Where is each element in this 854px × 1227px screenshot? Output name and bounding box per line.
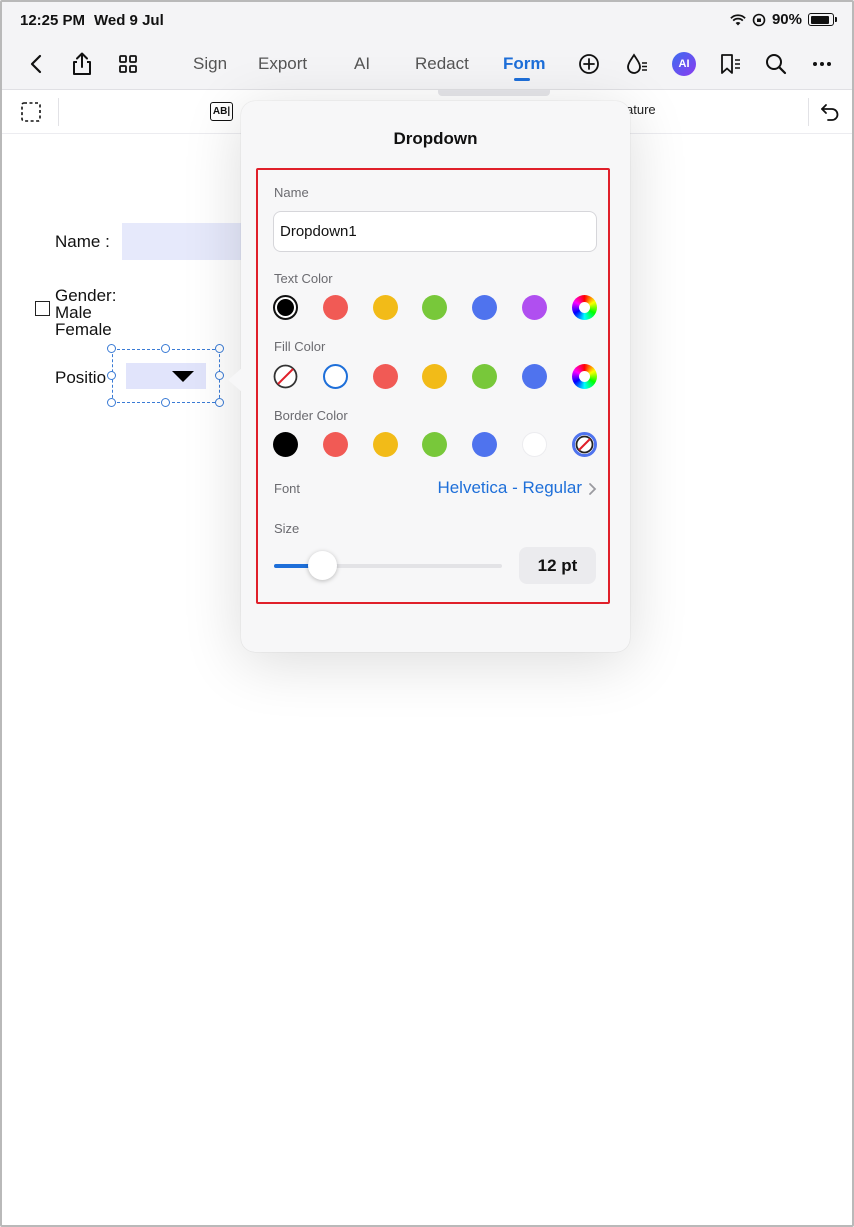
tab-sign[interactable]: Sign bbox=[193, 54, 227, 74]
battery-icon bbox=[808, 13, 837, 26]
status-time: 12:25 PM bbox=[20, 12, 86, 29]
water-drop-icon[interactable] bbox=[623, 50, 651, 78]
popover-arrow bbox=[228, 368, 242, 392]
popover-title: Dropdown bbox=[393, 129, 478, 148]
search-icon[interactable] bbox=[762, 50, 790, 78]
tab-ai[interactable]: AI bbox=[354, 54, 370, 74]
text-field-icon[interactable]: AB| bbox=[210, 102, 233, 121]
active-tab-indicator bbox=[514, 78, 530, 81]
back-icon[interactable] bbox=[22, 50, 50, 78]
status-date: Wed 9 Jul bbox=[94, 12, 164, 29]
share-icon[interactable] bbox=[68, 50, 96, 78]
position-label: Positio bbox=[55, 368, 107, 387]
subtoolbar-divider-right bbox=[808, 98, 809, 126]
tab-form[interactable]: Form bbox=[503, 54, 546, 74]
subtoolbar-divider bbox=[58, 98, 59, 126]
signature-tool-label[interactable]: ature bbox=[626, 102, 656, 117]
grid-icon[interactable] bbox=[114, 50, 142, 78]
selected-tool-indicator bbox=[438, 90, 550, 96]
female-label: Female bbox=[55, 320, 112, 339]
selection-box[interactable] bbox=[112, 349, 220, 403]
gender-checkbox[interactable] bbox=[35, 301, 50, 316]
undo-icon[interactable] bbox=[820, 102, 840, 127]
main-toolbar: Sign Export AI Redact Form AI bbox=[2, 38, 852, 90]
ai-badge: AI bbox=[672, 52, 696, 76]
status-bar: 12:25 PM Wed 9 Jul 90% bbox=[2, 2, 852, 38]
resize-handle-bottom-right[interactable] bbox=[215, 398, 224, 407]
status-right: 90% bbox=[730, 11, 837, 28]
tab-export[interactable]: Export bbox=[258, 54, 307, 74]
resize-handle-bottom[interactable] bbox=[161, 398, 170, 407]
resize-handle-top-right[interactable] bbox=[215, 344, 224, 353]
bookmark-icon[interactable] bbox=[716, 50, 744, 78]
more-icon[interactable] bbox=[808, 50, 836, 78]
name-field-label: Name : bbox=[55, 232, 110, 251]
resize-handle-bottom-left[interactable] bbox=[107, 398, 116, 407]
tab-redact[interactable]: Redact bbox=[415, 54, 469, 74]
resize-handle-left[interactable] bbox=[107, 371, 116, 380]
highlight-annotation-box bbox=[256, 168, 610, 604]
resize-handle-right[interactable] bbox=[215, 371, 224, 380]
battery-percent: 90% bbox=[771, 11, 802, 28]
ai-icon[interactable]: AI bbox=[670, 50, 698, 78]
resize-handle-top[interactable] bbox=[161, 344, 170, 353]
orientation-lock-icon bbox=[752, 13, 766, 26]
select-icon[interactable] bbox=[20, 101, 42, 128]
resize-handle-top-left[interactable] bbox=[107, 344, 116, 353]
add-icon[interactable] bbox=[575, 50, 603, 78]
name-text-field[interactable] bbox=[122, 223, 242, 260]
wifi-icon bbox=[730, 13, 746, 25]
app-window: 12:25 PM Wed 9 Jul 90% Sign Export AI Re… bbox=[0, 0, 854, 1227]
